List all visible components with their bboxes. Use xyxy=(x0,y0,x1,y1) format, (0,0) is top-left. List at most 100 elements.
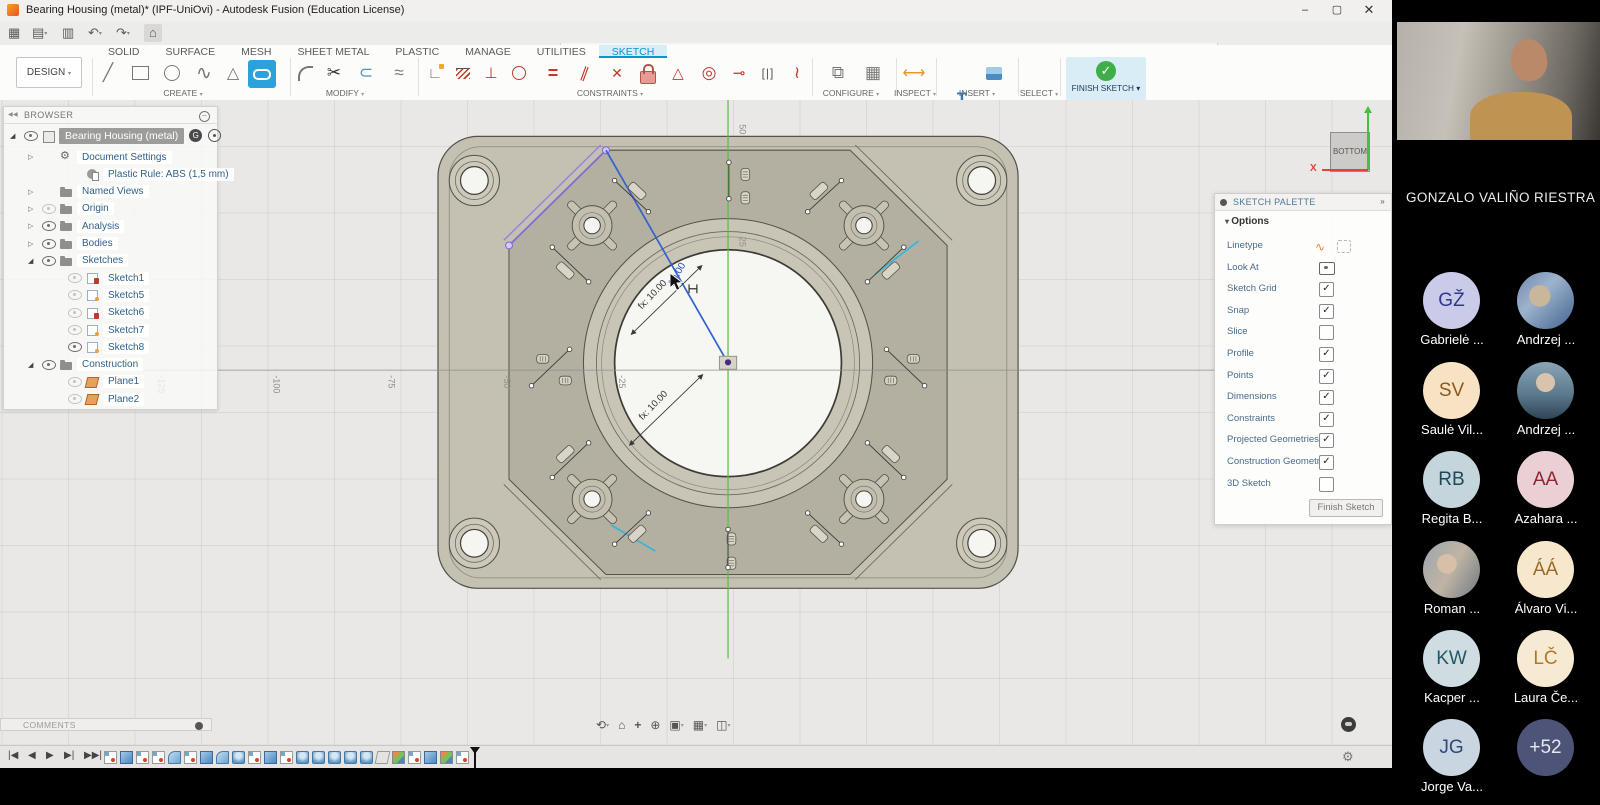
timeline-feature-extrude-icon[interactable] xyxy=(424,751,437,764)
slot-tool-icon-active[interactable] xyxy=(248,60,276,88)
pan-icon[interactable]: + xyxy=(634,718,641,732)
tangent-constraint-icon[interactable] xyxy=(726,60,752,86)
normal-linetype-icon[interactable] xyxy=(1337,240,1351,253)
browser-item-origin[interactable]: Origin xyxy=(4,201,235,217)
checkbox-profile[interactable] xyxy=(1319,347,1334,362)
checkbox-dimensions[interactable] xyxy=(1319,390,1334,405)
midpoint-constraint-icon[interactable] xyxy=(604,60,630,86)
timeline-step-back-icon[interactable]: ◀ xyxy=(28,750,36,761)
participant-avatar[interactable]: KW xyxy=(1423,630,1480,687)
browser-item-sketch8[interactable]: Sketch8 xyxy=(4,339,261,355)
configuration-table-icon[interactable] xyxy=(860,60,886,86)
save-icon[interactable]: ▥ xyxy=(62,24,74,42)
offset-tool-icon[interactable] xyxy=(353,60,379,86)
checkbox-points[interactable] xyxy=(1319,369,1334,384)
timeline-feature-extrude-icon[interactable] xyxy=(264,751,277,764)
ribbon-tab-manage[interactable]: MANAGE xyxy=(452,45,524,58)
insert-canvas-icon[interactable] xyxy=(981,60,1007,86)
timeline-feature-appearance-icon[interactable] xyxy=(440,751,453,764)
visibility-eye-icon[interactable] xyxy=(42,204,56,214)
timeline-step-forward-icon[interactable]: ▶| xyxy=(64,750,74,761)
visibility-eye-icon[interactable] xyxy=(42,256,56,266)
speaker-video[interactable]: GONZALO VALIÑO RIESTRA xyxy=(1392,0,1600,215)
timeline-feature-plane-icon[interactable] xyxy=(375,751,391,764)
browser-item-document-settings[interactable]: Document Settings xyxy=(4,149,235,165)
browser-item-sketches[interactable]: Sketches xyxy=(4,253,235,269)
participant-avatar[interactable]: AA xyxy=(1517,451,1574,508)
expander-icon[interactable] xyxy=(28,188,38,196)
break-tool-icon[interactable] xyxy=(386,60,412,86)
browser-root-item[interactable]: Bearing Housing (metal) xyxy=(4,127,217,144)
timeline-feature-sketch-icon[interactable] xyxy=(456,751,469,764)
timeline-feature-sketch-icon[interactable] xyxy=(280,751,293,764)
sketch-palette-header[interactable]: SKETCH PALETTE xyxy=(1215,194,1391,211)
browser-header[interactable]: BROWSER xyxy=(4,107,217,124)
comments-bar[interactable]: COMMENTS xyxy=(0,718,212,731)
participant-avatar[interactable]: ÁÁ xyxy=(1517,541,1574,598)
visibility-eye-icon[interactable] xyxy=(68,308,82,318)
participant-photo-avatar[interactable] xyxy=(1517,272,1574,329)
sketch-scale-icon[interactable] xyxy=(422,60,448,86)
checkbox-construction-geometries[interactable] xyxy=(1319,455,1334,470)
display-settings-icon[interactable]: ▣▾ xyxy=(669,718,683,732)
configure-icon[interactable] xyxy=(825,60,851,86)
polygon-constraint-icon[interactable] xyxy=(665,60,691,86)
timeline-go-start-icon[interactable]: |◀ xyxy=(8,750,18,761)
sketch-dimension-icon[interactable] xyxy=(450,60,476,86)
group-modify[interactable]: MODIFY ▾ xyxy=(295,88,395,98)
symmetry-constraint-icon[interactable] xyxy=(755,60,781,86)
participant-avatar[interactable]: RB xyxy=(1423,451,1480,508)
ribbon-tab-surface[interactable]: SURFACE xyxy=(153,45,229,58)
corner-hole[interactable] xyxy=(449,155,499,205)
orbit-icon[interactable]: ⟲▾ xyxy=(596,718,609,732)
timeline-feature-extrude-icon[interactable] xyxy=(120,751,133,764)
browser-item-bodies[interactable]: Bodies xyxy=(4,236,235,252)
concentric-constraint-icon[interactable] xyxy=(696,60,722,86)
browser-collapse-icon[interactable] xyxy=(199,111,210,122)
expander-icon[interactable] xyxy=(28,222,38,230)
corner-hole[interactable] xyxy=(957,518,1007,568)
timeline-feature-hole-icon[interactable] xyxy=(360,751,373,764)
timeline-feature-fillet-icon[interactable] xyxy=(168,751,181,764)
ribbon-tab-mesh[interactable]: MESH xyxy=(228,45,284,58)
corner-hole[interactable] xyxy=(957,155,1007,205)
browser-item-sketch1[interactable]: Sketch1 xyxy=(4,270,261,286)
minimize-button[interactable] xyxy=(1290,0,1320,20)
participant-avatar[interactable]: SV xyxy=(1423,362,1480,419)
timeline-go-end-icon[interactable]: ▶▶| xyxy=(84,750,102,761)
curvature-constraint-icon[interactable] xyxy=(784,60,810,86)
coincident-constraint-icon[interactable] xyxy=(506,60,532,86)
timeline-feature-sketch-icon[interactable] xyxy=(408,751,421,764)
fillet-tool-icon[interactable] xyxy=(292,60,318,86)
visibility-eye-icon[interactable] xyxy=(68,394,82,404)
participant-photo-avatar[interactable] xyxy=(1517,362,1574,419)
ribbon-tab-sketch[interactable]: SKETCH xyxy=(599,45,668,58)
visibility-eye-icon[interactable] xyxy=(24,131,38,141)
browser-item-sketch7[interactable]: Sketch7 xyxy=(4,322,261,338)
polygon-tool-icon[interactable] xyxy=(220,60,246,86)
participant-avatar[interactable]: +52 xyxy=(1517,719,1574,776)
visibility-eye-icon[interactable] xyxy=(68,325,82,335)
visibility-eye-icon[interactable] xyxy=(68,273,82,283)
visibility-eye-icon[interactable] xyxy=(42,360,56,370)
file-menu-icon[interactable]: ▤▾ xyxy=(32,24,47,43)
ribbon-tab-sheet-metal[interactable]: SHEET METAL xyxy=(284,45,382,58)
checkbox-snap[interactable] xyxy=(1319,304,1334,319)
checkbox-projected-geometries[interactable] xyxy=(1319,433,1334,448)
look-at-icon[interactable] xyxy=(1319,262,1335,275)
home-icon[interactable]: ⌂ xyxy=(144,24,162,42)
group-create[interactable]: CREATE ▾ xyxy=(133,88,233,98)
timeline-feature-sketch-icon[interactable] xyxy=(152,751,165,764)
corner-hole[interactable] xyxy=(449,518,499,568)
perpendicular-constraint-icon[interactable] xyxy=(478,60,504,86)
view-cube[interactable]: BOTTOM xyxy=(1330,132,1370,172)
trim-tool-icon[interactable] xyxy=(321,60,347,86)
timeline-feature-sketch-icon[interactable] xyxy=(104,751,117,764)
timeline-feature-fillet-icon[interactable] xyxy=(216,751,229,764)
timeline-feature-hole-icon[interactable] xyxy=(312,751,325,764)
timeline-feature-sketch-icon[interactable] xyxy=(136,751,149,764)
zoom-icon[interactable]: ⊕ xyxy=(650,718,660,732)
look-at-icon[interactable]: ⌂ xyxy=(618,718,625,732)
timeline-position-marker[interactable] xyxy=(470,747,480,768)
viewports-icon[interactable]: ◫▾ xyxy=(716,718,730,732)
